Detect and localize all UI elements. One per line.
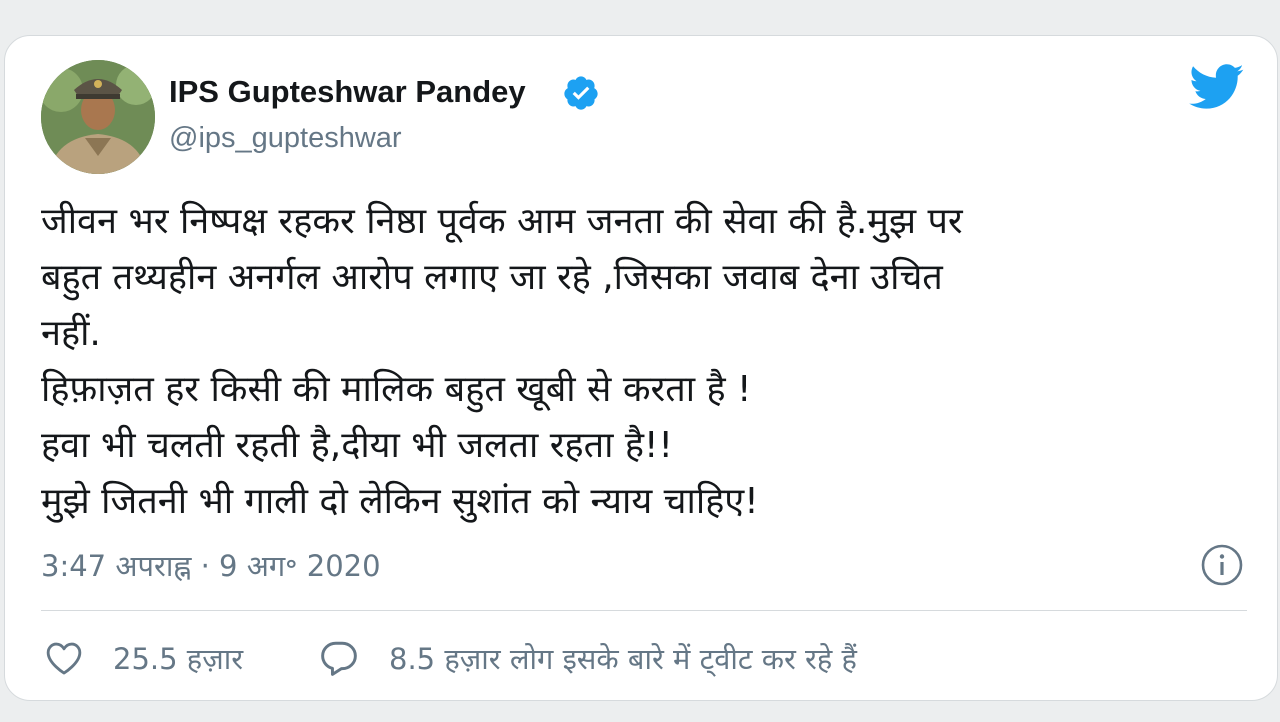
heart-icon: [46, 642, 82, 675]
conversation-count: 8.5 हज़ार लोग इसके बारे में ट्वीट कर रहे…: [389, 641, 857, 676]
tweet-line: जीवन भर निष्पक्ष रहकर निष्ठा पूर्वक आम ज…: [41, 201, 963, 242]
tweet-line: हिफ़ाज़त हर किसी की मालिक बहुत खूबी से क…: [41, 369, 752, 410]
avatar[interactable]: [41, 60, 155, 174]
conversation-button[interactable]: 8.5 हज़ार लोग इसके बारे में ट्वीट कर रहे…: [319, 636, 857, 680]
like-count: 25.5 हज़ार: [113, 641, 244, 676]
tweet-text: जीवन भर निष्पक्ष रहकर निष्ठा पूर्वक आम ज…: [41, 194, 1251, 530]
speech-bubble-icon: [321, 641, 357, 676]
display-name[interactable]: IPS Gupteshwar Pandey: [169, 74, 526, 110]
tweet-line: बहुत तथ्यहीन अनर्गल आरोप लगाए जा रहे ,जि…: [41, 257, 943, 298]
tweet-line: हवा भी चलती रहती है,दीया भी जलता रहता है…: [41, 425, 673, 466]
user-handle[interactable]: @ips_gupteshwar: [169, 122, 402, 155]
twitter-bird-icon[interactable]: [1189, 64, 1245, 110]
tweet-card: IPS Gupteshwar Pandey @ips_gupteshwar जी…: [4, 35, 1278, 701]
info-icon[interactable]: [1200, 543, 1244, 587]
divider: [41, 610, 1247, 611]
tweet-line: नहीं.: [41, 313, 101, 354]
tweet-line: मुझे जितनी भी गाली दो लेकिन सुशांत को न्…: [41, 481, 759, 522]
like-button[interactable]: 25.5 हज़ार: [45, 636, 243, 680]
verified-badge-icon: [564, 76, 598, 110]
timestamp[interactable]: 3:47 अपराह्न · 9 अग॰ 2020: [41, 546, 381, 585]
